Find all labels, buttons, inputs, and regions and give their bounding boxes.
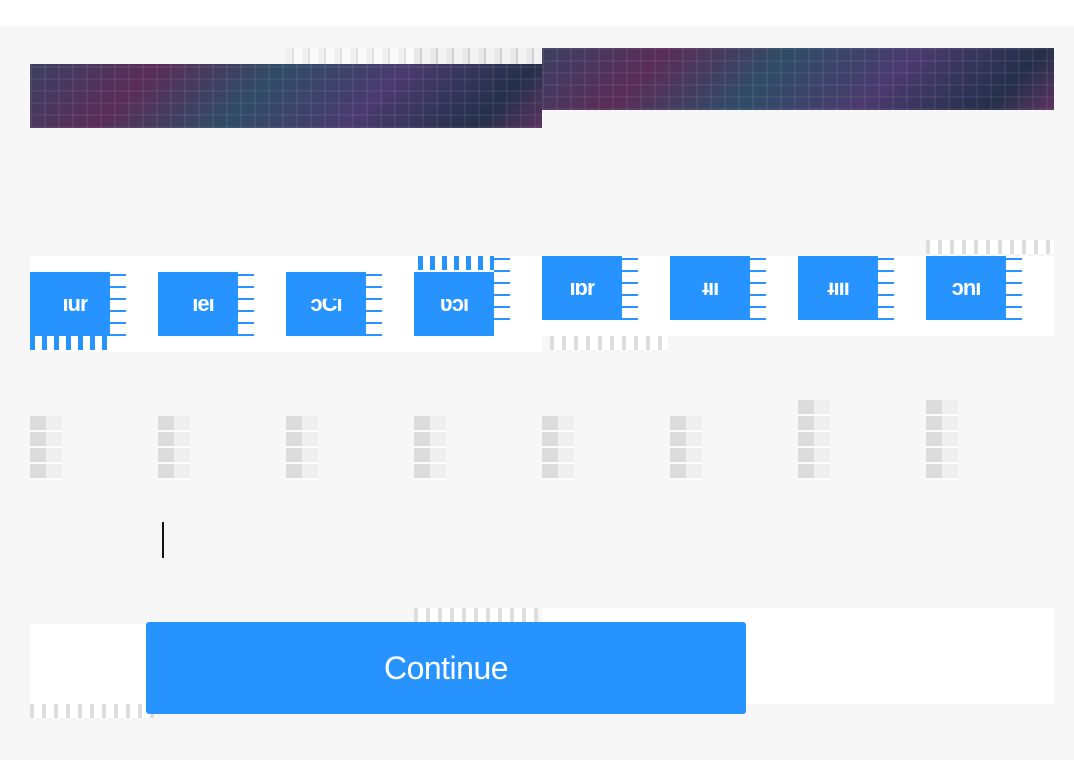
option-indicator-6: [670, 416, 702, 480]
option-label: ıeı: [182, 291, 214, 316]
option-indicator-7: [798, 400, 830, 480]
panel-edge-marks: [418, 256, 498, 270]
row-edge-marks: [30, 704, 154, 718]
image-tile: [286, 48, 414, 64]
image-tile: [30, 64, 542, 128]
panel-edge-marks: [926, 240, 1054, 254]
option-button-5[interactable]: ıɒr: [542, 256, 622, 320]
answer-input[interactable]: [30, 508, 1054, 572]
option-indicator-8: [926, 400, 958, 480]
continue-button[interactable]: Continue: [146, 622, 746, 714]
option-tick-marks: [110, 272, 126, 336]
option-tick-marks: [494, 256, 510, 320]
option-indicator-2: [158, 416, 190, 480]
image-tile: [414, 48, 542, 64]
option-indicator-4: [414, 416, 446, 480]
option-label: ıɒr: [569, 275, 595, 300]
option-tick-marks: [366, 272, 382, 336]
option-button-2[interactable]: ıeı: [158, 272, 238, 336]
option-button-4[interactable]: ʋɔı: [414, 272, 494, 336]
option-label: ɔnı: [951, 275, 981, 300]
option-tick-marks: [750, 256, 766, 320]
option-label: ɔCı: [310, 291, 342, 316]
option-button-8[interactable]: ɔnı: [926, 256, 1006, 320]
panel-edge-marks: [30, 336, 110, 350]
text-caret: [162, 522, 164, 558]
challenge-image: [30, 48, 1054, 128]
row-edge-marks: [414, 608, 538, 622]
option-indicator-5: [542, 416, 574, 480]
option-label: ıur: [52, 291, 88, 316]
option-button-1[interactable]: ıur: [30, 272, 110, 336]
option-button-6[interactable]: ʇıı: [670, 256, 750, 320]
option-label: ʇıll: [827, 275, 849, 300]
option-button-3[interactable]: ɔCı: [286, 272, 366, 336]
option-indicator-3: [286, 416, 318, 480]
option-label: ʇıı: [701, 275, 719, 300]
image-tile: [542, 48, 1054, 110]
panel-edge-marks: [550, 336, 668, 350]
option-button-7[interactable]: ʇıll: [798, 256, 878, 320]
option-tick-marks: [238, 272, 254, 336]
option-tick-marks: [622, 256, 638, 320]
option-label: ʋɔı: [439, 291, 469, 316]
option-tick-marks: [878, 256, 894, 320]
option-tick-marks: [1006, 256, 1022, 320]
option-indicator-1: [30, 416, 62, 480]
